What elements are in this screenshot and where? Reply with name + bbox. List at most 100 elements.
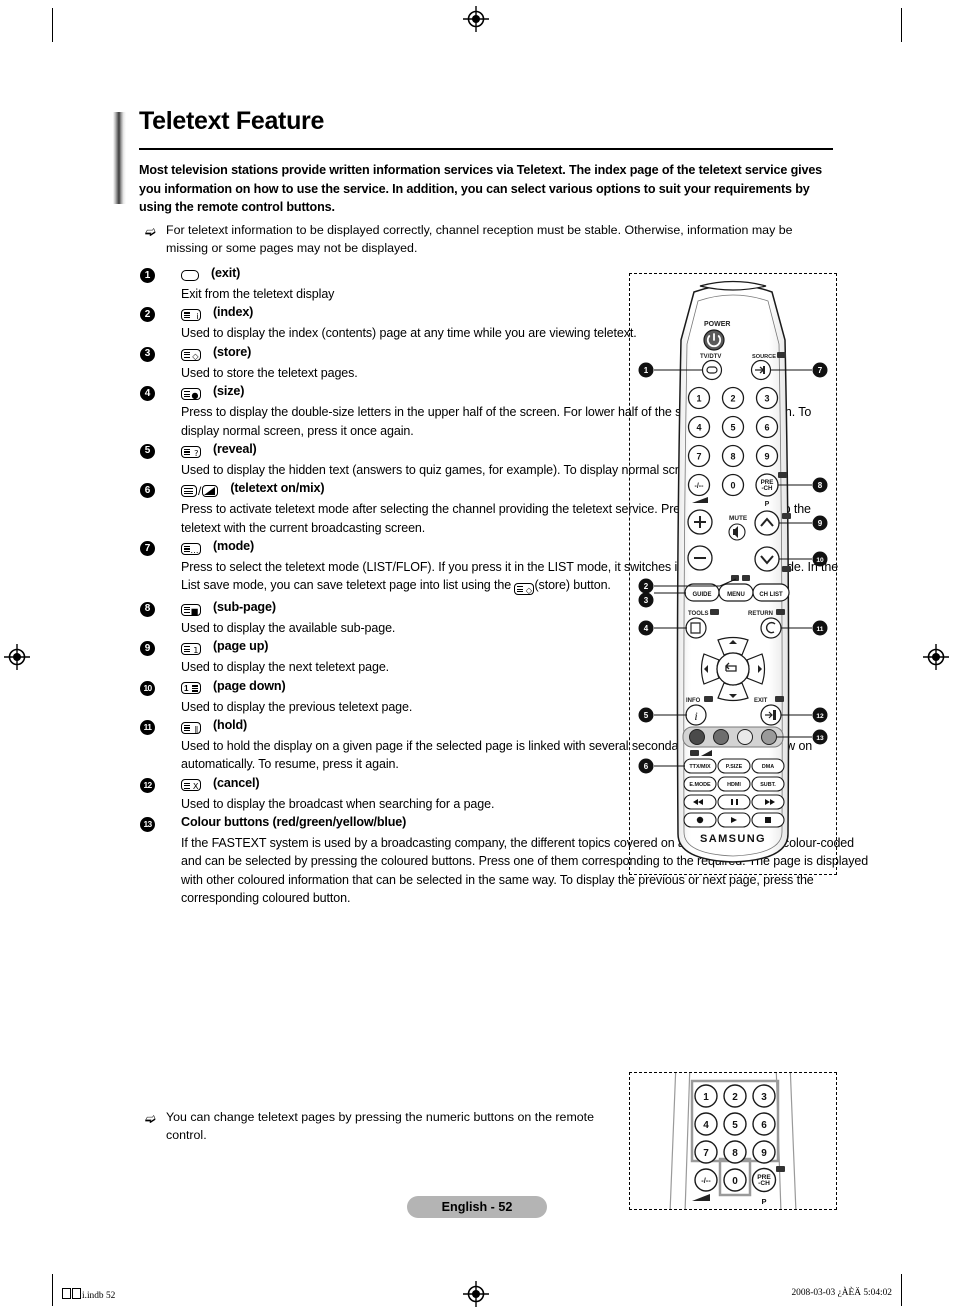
svg-text:13: 13	[816, 735, 824, 742]
item-number: 11	[140, 719, 155, 735]
svg-text:0: 0	[732, 1176, 738, 1187]
svg-text:TOOLS: TOOLS	[688, 611, 709, 617]
svg-text:P.SIZE: P.SIZE	[726, 764, 743, 770]
item-number: 3	[140, 346, 155, 362]
note-bottom: ➫ You can change teletext pages by press…	[145, 1109, 605, 1145]
crop-mark-top-left	[52, 8, 54, 42]
svg-text:7: 7	[703, 1148, 709, 1159]
svg-text:POWER: POWER	[704, 321, 730, 328]
svg-text:EXIT: EXIT	[754, 698, 768, 704]
item-number: 1	[140, 268, 155, 283]
svg-text:3: 3	[764, 394, 769, 404]
svg-text:2: 2	[732, 1092, 738, 1103]
svg-text:8: 8	[730, 452, 735, 462]
svg-text:1: 1	[644, 366, 649, 375]
index-key-icon: i	[181, 306, 201, 324]
svg-text:-CH: -CH	[762, 485, 774, 492]
teletext-on-mix-key-icon: /	[181, 482, 219, 500]
svg-text:-/--: -/--	[701, 1176, 711, 1185]
svg-text:HDMI: HDMI	[727, 782, 741, 788]
item-label: (size)	[213, 384, 245, 399]
svg-text:MENU: MENU	[727, 592, 745, 598]
svg-text:10: 10	[816, 557, 824, 564]
item-label: (mode)	[213, 539, 255, 553]
svg-text:2: 2	[730, 394, 735, 404]
registration-mark-top	[463, 6, 489, 32]
size-key-icon: ●	[181, 385, 201, 403]
item-label: (page down)	[213, 678, 286, 693]
svg-text:P: P	[761, 1197, 766, 1206]
svg-text:4: 4	[696, 423, 701, 433]
svg-text:GUIDE: GUIDE	[692, 592, 711, 598]
remote-keypad-diagram: 1 2 3 4 5 6 7 8 9 -/-- 0 PRE -CH P	[629, 1072, 837, 1210]
registration-mark-right	[923, 644, 949, 670]
hold-key-icon: ‖	[181, 719, 201, 737]
item-body-part2: (store) button.	[534, 578, 611, 593]
item-label: (sub-page)	[213, 599, 276, 614]
svg-text:DMA: DMA	[762, 764, 774, 770]
title-accent-bar	[113, 112, 126, 204]
svg-text:INFO: INFO	[686, 698, 701, 704]
svg-text:6: 6	[644, 762, 649, 771]
note-top-text: For teletext information to be displayed…	[166, 223, 793, 255]
item-number: 12	[140, 777, 155, 793]
sub-page-key-icon: ■	[181, 601, 201, 619]
svg-text:6: 6	[761, 1120, 767, 1131]
mode-key-icon: …	[181, 540, 201, 558]
svg-text:CH LIST: CH LIST	[759, 592, 783, 598]
item-number: 4	[140, 386, 155, 402]
svg-text:SUBT.: SUBT.	[760, 782, 776, 788]
item-number: 13	[140, 817, 155, 832]
page-number-text: English - 52	[441, 1200, 513, 1214]
item-label: (page up)	[213, 639, 269, 654]
store-key-icon: ◇	[181, 346, 201, 364]
remote-control-illustration: POWER TV/DTV SOURCE 1 2 3 4 5 6 7 8 9 -/…	[638, 280, 828, 863]
footer-file-name: i.indb 52	[62, 1288, 115, 1301]
svg-text:8: 8	[732, 1148, 738, 1159]
item-label: (teletext on/mix)	[230, 481, 325, 496]
svg-text:E.MODE: E.MODE	[689, 782, 711, 788]
svg-text:4: 4	[644, 624, 649, 633]
page-number-tag: English - 52	[407, 1196, 547, 1218]
svg-text:7: 7	[696, 452, 701, 462]
footer-file-text: i.indb 52	[82, 1291, 116, 1301]
crop-mark-top-right	[901, 8, 903, 42]
svg-text:9: 9	[818, 519, 823, 528]
svg-text:TV/DTV: TV/DTV	[700, 354, 721, 360]
registration-mark-left	[4, 644, 30, 670]
item-label: (exit)	[211, 266, 241, 280]
svg-text:P: P	[765, 501, 770, 508]
svg-text:4: 4	[703, 1120, 709, 1131]
svg-text:3: 3	[761, 1092, 767, 1103]
cancel-key-icon: X	[181, 777, 201, 795]
item-label: (hold)	[213, 717, 248, 732]
arrowhead-bullet-icon: ➫	[145, 1111, 156, 1126]
svg-text:1: 1	[696, 394, 701, 404]
svg-text:12: 12	[816, 713, 824, 720]
svg-text:11: 11	[817, 626, 824, 633]
svg-text:3: 3	[644, 596, 649, 605]
item-label: Colour buttons (red/green/yellow/blue)	[181, 815, 407, 829]
footer-rule-left	[52, 1276, 54, 1304]
item-number: 10	[140, 680, 155, 696]
svg-text:SAMSUNG: SAMSUNG	[700, 833, 766, 845]
reveal-key-icon: ?	[181, 443, 201, 461]
item-label: (reveal)	[213, 441, 257, 456]
svg-text:-/--: -/--	[695, 483, 705, 490]
svg-text:SOURCE: SOURCE	[752, 354, 776, 360]
svg-text:7: 7	[818, 366, 823, 375]
item-number: 2	[140, 307, 155, 323]
svg-text:i: i	[694, 709, 697, 723]
note-top: ➫ For teletext information to be display…	[145, 222, 825, 258]
title-rule	[139, 148, 833, 150]
footer-timestamp: 2008-03-03 ¿ÀÈÄ 5:04:02	[791, 1288, 892, 1298]
svg-text:1: 1	[703, 1092, 709, 1103]
svg-text:9: 9	[764, 452, 769, 462]
arrowhead-bullet-icon: ➫	[145, 224, 156, 239]
svg-text:-CH: -CH	[758, 1180, 770, 1187]
remote-keypad-illustration: 1 2 3 4 5 6 7 8 9 -/-- 0 PRE-CH P	[669, 1073, 797, 1209]
item-number: 8	[140, 601, 155, 617]
svg-text:0: 0	[730, 481, 735, 491]
note-bottom-text: You can change teletext pages by pressin…	[166, 1110, 594, 1142]
intro-paragraph: Most television stations provide written…	[139, 163, 823, 215]
